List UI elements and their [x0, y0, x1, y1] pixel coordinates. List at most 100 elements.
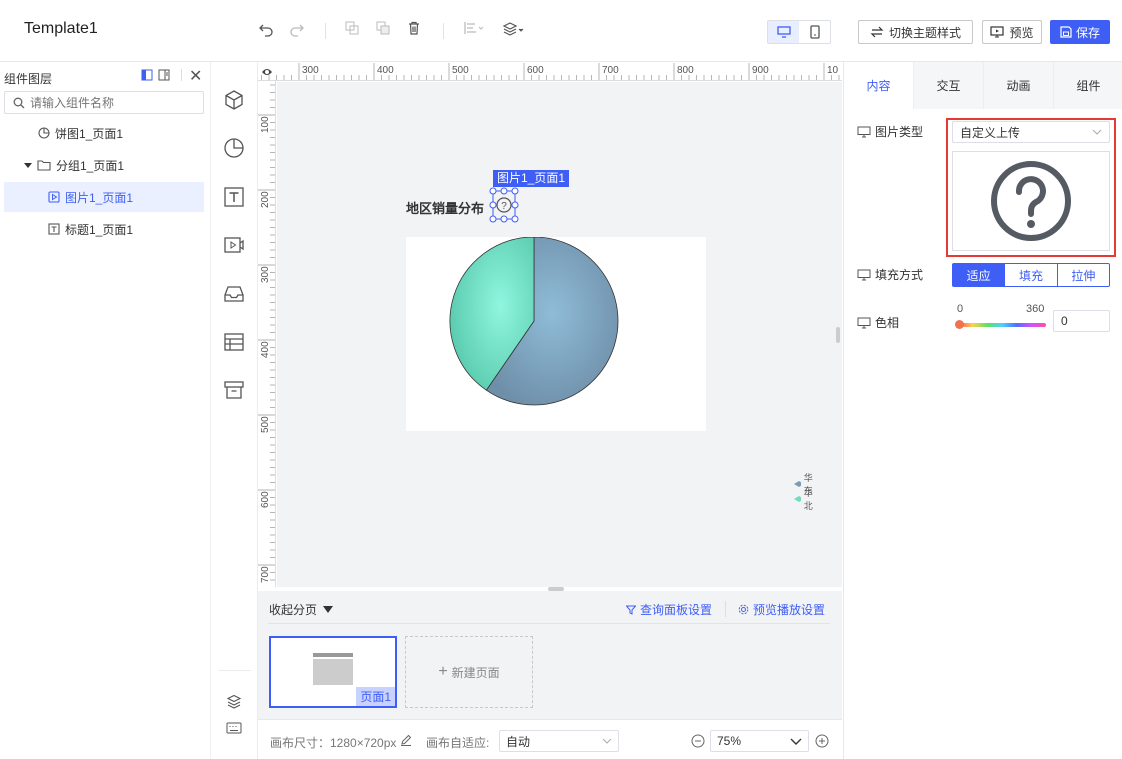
layout-right-icon[interactable]: [158, 69, 170, 81]
layer-item-image[interactable]: 图片1_页面1: [4, 182, 204, 212]
ruler-label: 500: [260, 416, 271, 433]
query-panel-settings-label: 查询面板设置: [640, 603, 713, 617]
toolbar-divider: [325, 23, 326, 39]
component-toolbar: [210, 62, 258, 759]
pie-chart-widget[interactable]: 华东 华北: [406, 236, 813, 511]
svg-text:?: ?: [501, 201, 507, 212]
ruler-ticks: 100 200 300 400 500 600 700: [258, 84, 275, 583]
legend-marker: [794, 495, 801, 502]
vertical-ruler: 100 200 300 400 500 600 700: [258, 81, 276, 587]
ruler-label: 200: [260, 191, 271, 208]
vertical-scrollbar[interactable]: [836, 327, 840, 343]
text-icon[interactable]: [222, 185, 246, 209]
status-bar: 画布尺寸：1280×720px 画布自适应: 自动 75%: [258, 719, 842, 759]
selection-label: 图片1_页面1: [493, 170, 570, 187]
cube-icon[interactable]: [222, 88, 246, 112]
monitor-icon: [857, 269, 871, 280]
legend-label: 华北: [803, 487, 813, 511]
chart-title[interactable]: 地区销量分布: [406, 198, 484, 217]
ruler-ticks: 300 400 500 600 700 800 900 10: [261, 63, 840, 80]
device-switcher: [767, 20, 831, 44]
layer-item-title[interactable]: 标题1_页面1: [4, 214, 204, 244]
page-thumbnail[interactable]: 页面1: [269, 636, 397, 708]
preview-button[interactable]: 预览: [982, 20, 1042, 44]
new-page-button[interactable]: + 新建页面: [405, 636, 533, 708]
archive-icon[interactable]: [222, 378, 246, 402]
text-icon: [48, 223, 60, 235]
fill-mode-label: 填充方式: [875, 268, 924, 282]
ruler-label: 600: [260, 491, 271, 508]
fill-mode-stretch[interactable]: 拉伸: [1058, 264, 1109, 286]
collapse-pages-toggle[interactable]: 收起分页: [269, 601, 334, 618]
zoom-out-icon[interactable]: [691, 734, 705, 748]
ruler-label: 10: [827, 65, 839, 76]
ruler-label: 300: [260, 266, 271, 283]
divider: [268, 623, 830, 624]
layer-order-icon[interactable]: [501, 21, 527, 41]
hue-max-label: 360: [1026, 303, 1045, 315]
align-icon[interactable]: [462, 21, 488, 41]
query-panel-settings-link[interactable]: 查询面板设置: [626, 601, 712, 618]
preview-playback-settings-link[interactable]: 预览播放设置: [738, 601, 825, 618]
redo-icon[interactable]: [287, 21, 307, 41]
image-type-label-row: 图片类型: [857, 123, 923, 140]
preview-icon: [990, 26, 1005, 38]
mobile-icon: [809, 25, 820, 39]
pie-chart: [449, 236, 619, 406]
hue-slider-thumb[interactable]: [955, 320, 964, 329]
layer-item-pie[interactable]: 饼图1_页面1: [4, 118, 204, 148]
zoom-select[interactable]: 75%: [710, 730, 809, 752]
paste-icon[interactable]: [373, 21, 393, 41]
switch-theme-button[interactable]: 切换主题样式: [858, 20, 973, 44]
fill-mode-fit[interactable]: 适应: [953, 264, 1006, 286]
tab-content[interactable]: 内容: [844, 62, 914, 109]
switch-theme-label: 切换主题样式: [888, 25, 961, 40]
horizontal-ruler: 300 400 500 600 700 800 900 10: [258, 63, 842, 81]
save-button[interactable]: 保存: [1050, 20, 1110, 44]
layer-search-input[interactable]: [30, 95, 190, 110]
gear-icon: [738, 604, 749, 615]
hue-slider-track[interactable]: [958, 323, 1046, 327]
table-icon[interactable]: [222, 330, 246, 354]
highlight-outline: [946, 118, 1116, 257]
layer-item-label: 标题1_页面1: [65, 222, 134, 237]
desktop-view-button[interactable]: [768, 21, 799, 43]
eye-icon[interactable]: [261, 67, 273, 77]
toolbar-divider: [443, 23, 444, 39]
layers-icon[interactable]: [222, 690, 246, 714]
video-icon[interactable]: [222, 233, 246, 257]
undo-icon[interactable]: [256, 21, 276, 41]
keyboard-icon[interactable]: [222, 716, 246, 740]
fill-mode-fill[interactable]: 填充: [1005, 264, 1058, 286]
copy-icon[interactable]: [342, 21, 362, 41]
ruler-label: 400: [377, 65, 394, 76]
edit-icon[interactable]: [400, 734, 412, 746]
tab-animation[interactable]: 动画: [984, 62, 1054, 109]
zoom-in-icon[interactable]: [815, 734, 829, 748]
plus-icon: +: [438, 663, 448, 680]
legend-item[interactable]: 华北: [794, 488, 816, 511]
mobile-view-button[interactable]: [799, 21, 830, 43]
delete-icon[interactable]: [404, 21, 424, 41]
app-title: Template1: [24, 20, 98, 37]
fill-mode-segmented: 适应 填充 拉伸: [952, 263, 1110, 287]
auto-fit-select[interactable]: 自动: [499, 730, 619, 752]
selected-image-widget[interactable]: ?: [489, 187, 519, 223]
desktop-icon: [776, 26, 791, 38]
close-icon[interactable]: ✕: [189, 66, 202, 86]
new-page-label: 新建页面: [451, 665, 500, 680]
caret-down-icon[interactable]: [24, 161, 32, 169]
hue-label: 色相: [875, 316, 900, 330]
layer-item-group[interactable]: 分组1_页面1: [4, 150, 204, 180]
pie-chart-icon[interactable]: [222, 136, 246, 160]
tab-component[interactable]: 组件: [1054, 62, 1122, 109]
hue-min-label: 0: [957, 303, 964, 315]
inbox-icon[interactable]: [222, 282, 246, 306]
ruler-label: 400: [260, 341, 271, 358]
thumbnail-title-bar: [313, 653, 353, 657]
design-canvas[interactable]: 华东 华北 地区销量分布 图片1_页面1 ?: [277, 82, 842, 587]
layout-left-icon[interactable]: [141, 69, 153, 81]
tab-interaction[interactable]: 交互: [914, 62, 984, 109]
hue-value-input[interactable]: 0: [1053, 310, 1110, 332]
auto-fit-value: 自动: [506, 734, 531, 749]
